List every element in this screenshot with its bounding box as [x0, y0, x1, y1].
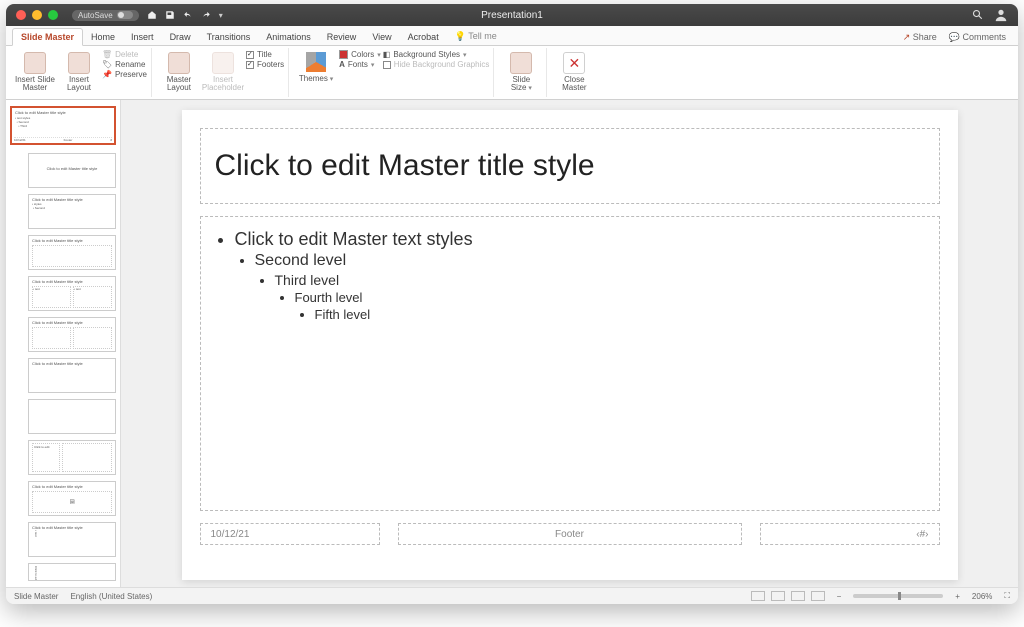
layout-thumbnail[interactable]: Click to edit Master title style• text: [28, 522, 116, 557]
status-bar: Slide Master English (United States) − +…: [6, 587, 1018, 604]
insert-slide-master-button[interactable]: Insert Slide Master: [14, 50, 56, 92]
fonts-button[interactable]: A Fonts: [339, 60, 381, 69]
zoom-percent[interactable]: 206%: [972, 592, 992, 601]
tab-draw[interactable]: Draw: [162, 29, 199, 45]
save-icon[interactable]: [165, 10, 175, 20]
zoom-slider[interactable]: [853, 594, 943, 598]
content-area: 1 Click to edit Master title style • tex…: [6, 100, 1018, 587]
app-window: AutoSave ▾ Presentation1 Slide Master Ho…: [6, 4, 1018, 604]
zoom-out-icon[interactable]: −: [837, 592, 842, 601]
insert-placeholder-button[interactable]: Insert Placeholder: [202, 50, 244, 92]
master-layout-button[interactable]: Master Layout: [158, 50, 200, 92]
fit-view-icon[interactable]: ⛶: [1004, 591, 1010, 601]
tab-insert[interactable]: Insert: [123, 29, 162, 45]
account-icon[interactable]: [994, 8, 1008, 22]
close-window-icon[interactable]: [16, 10, 26, 20]
footers-checkbox[interactable]: Footers: [246, 60, 284, 69]
tab-review[interactable]: Review: [319, 29, 365, 45]
layout-thumbnail[interactable]: Click to edit Master title style• styles…: [28, 194, 116, 229]
colors-button[interactable]: Colors: [339, 50, 381, 59]
status-mode: Slide Master: [14, 592, 58, 601]
quick-access-toolbar: AutoSave ▾: [72, 10, 223, 21]
normal-view-icon[interactable]: [751, 591, 765, 601]
layout-thumbnail[interactable]: Click to edit Master title style• text• …: [28, 276, 116, 311]
titlebar: AutoSave ▾ Presentation1: [6, 4, 1018, 26]
slide-master[interactable]: Click to edit Master title style Click t…: [182, 110, 958, 580]
insert-layout-button[interactable]: Insert Layout: [58, 50, 100, 92]
tab-home[interactable]: Home: [83, 29, 123, 45]
redo-icon[interactable]: [201, 10, 211, 20]
fonts-icon: A: [339, 60, 345, 69]
comments-button[interactable]: Comments: [943, 30, 1012, 45]
ribbon-tabs: Slide Master Home Insert Draw Transition…: [6, 26, 1018, 46]
tab-acrobat[interactable]: Acrobat: [400, 29, 447, 45]
layout-thumbnail[interactable]: Click to edit Master title style🖼: [28, 481, 116, 516]
reading-view-icon[interactable]: [791, 591, 805, 601]
close-master-button[interactable]: Close Master: [553, 50, 595, 92]
tell-me[interactable]: 💡 Tell me: [447, 28, 505, 45]
date-placeholder[interactable]: 10/12/21: [200, 523, 380, 545]
home-icon[interactable]: [147, 10, 157, 20]
slide-canvas[interactable]: Click to edit Master title style Click t…: [121, 100, 1018, 587]
zoom-in-icon[interactable]: +: [955, 592, 960, 601]
body-level-4: Fourth level: [295, 290, 925, 305]
tab-animations[interactable]: Animations: [258, 29, 319, 45]
slide-number-placeholder[interactable]: ‹#›: [760, 523, 940, 545]
thumbnail-panel[interactable]: 1 Click to edit Master title style • tex…: [6, 100, 121, 587]
tab-transitions[interactable]: Transitions: [199, 29, 259, 45]
traffic-lights: [16, 10, 58, 20]
themes-icon: [306, 52, 326, 72]
title-checkbox[interactable]: Title: [246, 50, 284, 59]
minimize-window-icon[interactable]: [32, 10, 42, 20]
undo-icon[interactable]: [183, 10, 193, 20]
rename-button[interactable]: 🏷 Rename: [102, 60, 147, 69]
body-placeholder[interactable]: Click to edit Master text styles Second …: [200, 216, 940, 511]
layout-thumbnail[interactable]: Click to edit: [28, 563, 116, 581]
preserve-button[interactable]: 📌 Preserve: [102, 70, 147, 79]
body-level-1: Click to edit Master text styles: [235, 229, 925, 250]
background-styles-button[interactable]: ◧Background Styles: [383, 50, 490, 59]
ribbon: Insert Slide Master Insert Layout 🗑 Dele…: [6, 46, 1018, 100]
layout-thumbnail[interactable]: [28, 399, 116, 434]
bg-styles-icon: ◧: [383, 50, 391, 59]
delete-button[interactable]: 🗑 Delete: [102, 50, 147, 59]
slideshow-view-icon[interactable]: [811, 591, 825, 601]
autosave-label: AutoSave: [78, 11, 113, 20]
status-language[interactable]: English (United States): [70, 592, 152, 601]
themes-button[interactable]: Themes: [295, 50, 337, 83]
maximize-window-icon[interactable]: [48, 10, 58, 20]
layout-thumbnail[interactable]: Click to edit Master title style: [28, 153, 116, 188]
tab-view[interactable]: View: [364, 29, 399, 45]
autosave-toggle[interactable]: AutoSave: [72, 10, 139, 21]
master-thumbnail[interactable]: 1 Click to edit Master title style • tex…: [10, 106, 116, 145]
layout-thumbnail[interactable]: Click to edit Master title style: [28, 235, 116, 270]
body-level-2: Second level: [255, 252, 925, 270]
search-icon[interactable]: [972, 9, 984, 21]
title-placeholder[interactable]: Click to edit Master title style: [200, 128, 940, 204]
colors-icon: [339, 50, 348, 59]
layout-thumbnail[interactable]: Click to edit: [28, 440, 116, 475]
sorter-view-icon[interactable]: [771, 591, 785, 601]
view-buttons: [751, 591, 825, 601]
close-icon: [563, 52, 585, 74]
title-text: Click to edit Master title style: [215, 149, 595, 183]
hide-bg-checkbox[interactable]: Hide Background Graphics: [383, 60, 490, 69]
slide-size-button[interactable]: Slide Size: [500, 50, 542, 92]
layout-thumbnail[interactable]: Click to edit Master title style: [28, 358, 116, 393]
share-button[interactable]: Share: [897, 30, 943, 45]
footer-row: 10/12/21 Footer ‹#›: [200, 523, 940, 545]
tab-slide-master[interactable]: Slide Master: [12, 28, 83, 46]
layout-thumbnail[interactable]: Click to edit Master title style: [28, 317, 116, 352]
body-level-3: Third level: [275, 272, 925, 288]
qat-caret-icon[interactable]: ▾: [219, 11, 223, 20]
body-level-5: Fifth level: [315, 307, 925, 322]
footer-placeholder[interactable]: Footer: [398, 523, 742, 545]
